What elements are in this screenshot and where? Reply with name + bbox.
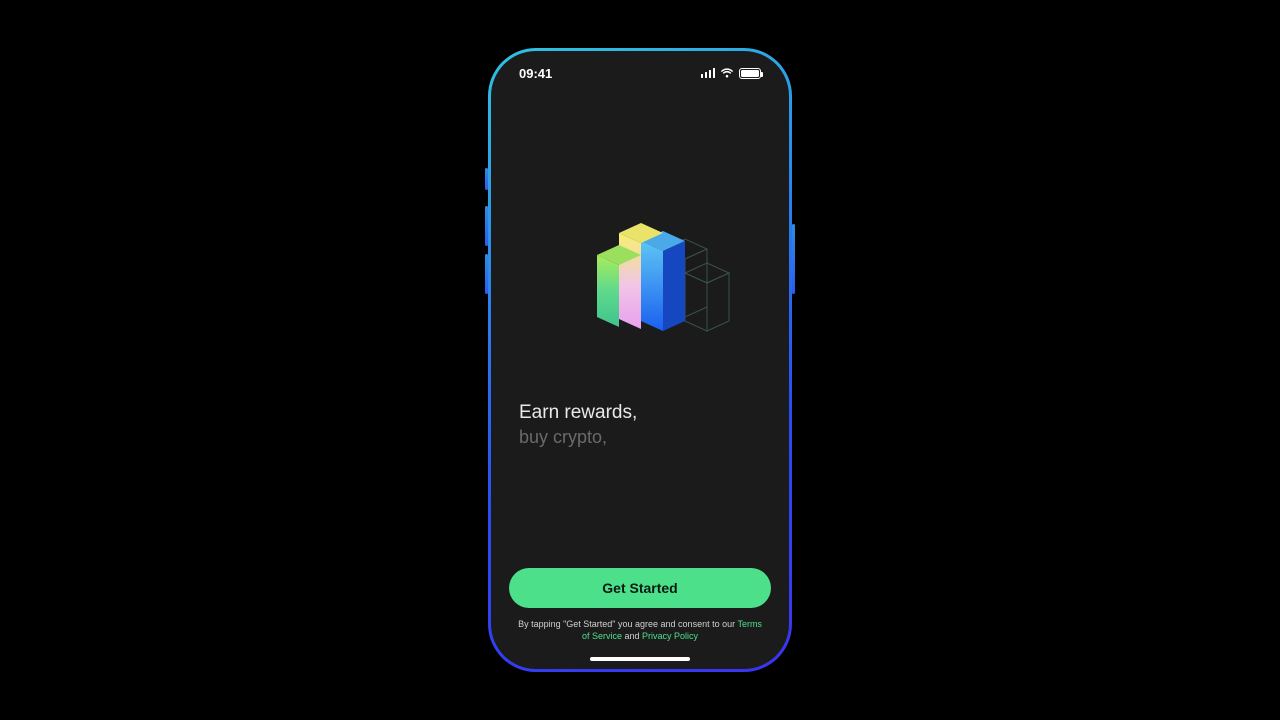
app-logo-illustration xyxy=(545,211,735,361)
legal-text: By tapping "Get Started" you agree and c… xyxy=(509,618,771,643)
hero-area: Earn rewards, buy crypto, xyxy=(491,51,789,568)
status-bar: 09:41 xyxy=(491,51,789,95)
status-time: 09:41 xyxy=(519,66,552,81)
get-started-button[interactable]: Get Started xyxy=(509,568,771,608)
tagline-line-2: buy crypto, xyxy=(519,427,637,448)
tagline: Earn rewards, buy crypto, xyxy=(491,401,637,449)
status-right-cluster xyxy=(701,68,762,79)
cellular-signal-icon xyxy=(701,68,716,78)
screen: 09:41 xyxy=(491,51,789,669)
tagline-line-1: Earn rewards, xyxy=(519,401,637,426)
privacy-policy-link[interactable]: Privacy Policy xyxy=(642,631,698,641)
bottom-block: Get Started By tapping "Get Started" you… xyxy=(491,568,789,669)
onboarding-screen: Earn rewards, buy crypto, Get Started By… xyxy=(491,51,789,669)
home-indicator[interactable] xyxy=(590,657,690,661)
battery-icon xyxy=(739,68,761,79)
phone-mockup: 09:41 xyxy=(488,48,792,672)
legal-prefix: By tapping "Get Started" you agree and c… xyxy=(518,619,737,629)
legal-conj: and xyxy=(622,631,642,641)
wifi-icon xyxy=(720,68,734,78)
power-button xyxy=(792,224,795,294)
phone-frame: 09:41 xyxy=(488,48,792,672)
